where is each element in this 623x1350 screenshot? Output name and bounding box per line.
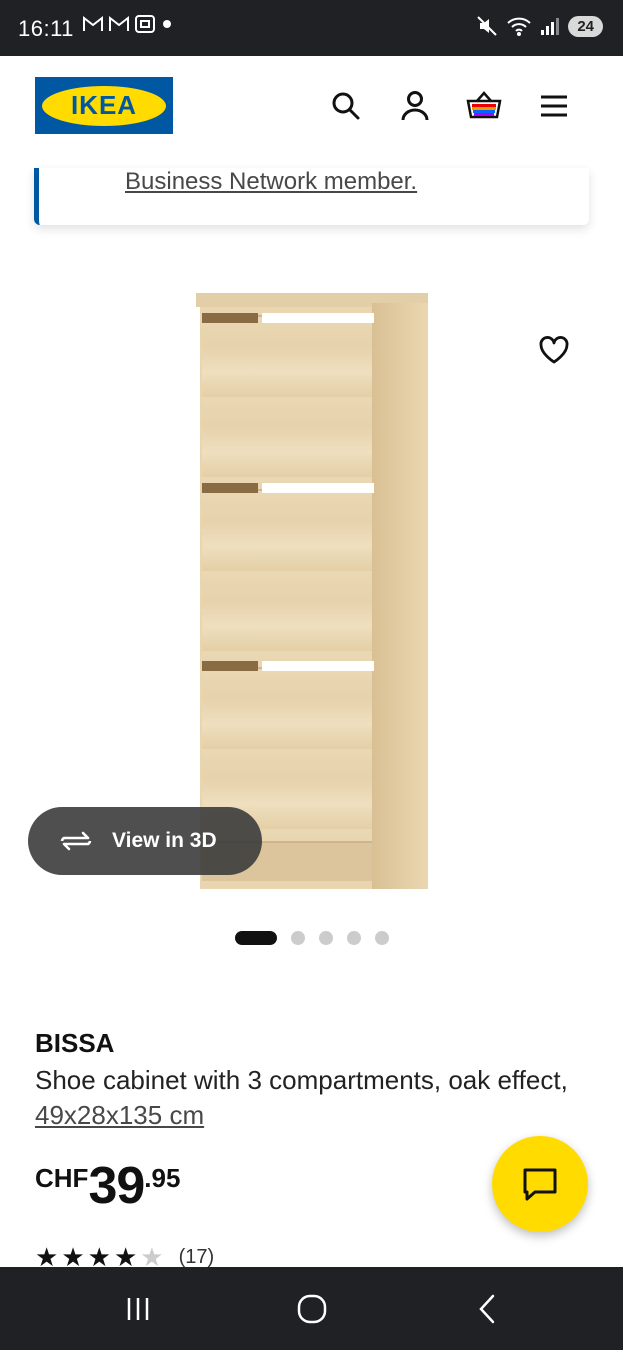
compartment-notch: [202, 313, 258, 323]
home-button[interactable]: [292, 1289, 332, 1329]
product-gallery[interactable]: View in 3D: [0, 260, 623, 920]
carousel-dot[interactable]: [347, 931, 361, 945]
search-icon[interactable]: [328, 88, 364, 124]
gmail-icon: [109, 15, 129, 31]
system-navigation-bar: [0, 1267, 623, 1350]
view-in-3d-label: View in 3D: [112, 829, 217, 852]
notification-icons: [82, 14, 174, 34]
carousel-indicator: [235, 931, 389, 945]
chat-button[interactable]: [492, 1136, 588, 1232]
product-price: CHF 39 .95: [35, 1160, 180, 1212]
compartment-gap: [262, 483, 374, 493]
system-icons: 24: [476, 15, 603, 37]
carousel-dot[interactable]: [319, 931, 333, 945]
screenshot-icon: [135, 15, 155, 33]
rotate-3d-icon: [60, 831, 92, 851]
product-name: BISSA: [35, 1028, 115, 1058]
status-time: 16:11: [18, 16, 74, 41]
rating-count: (17): [178, 1245, 215, 1268]
favourite-button[interactable]: [534, 330, 574, 370]
ikea-logo[interactable]: IKEA: [35, 77, 173, 134]
basket-icon[interactable]: [466, 88, 502, 124]
recent-apps-icon: [127, 1298, 149, 1320]
price-currency: CHF: [35, 1163, 89, 1193]
dot-icon: [163, 20, 171, 28]
signal-icon: [541, 18, 560, 35]
price-decimal: .95: [144, 1163, 181, 1193]
compartment-notch: [202, 483, 258, 493]
product-description-text: Shoe cabinet with 3 compartments, oak ef…: [35, 1065, 568, 1095]
carousel-dot[interactable]: [375, 931, 389, 945]
heart-icon: [539, 336, 569, 364]
product-description: Shoe cabinet with 3 compartments, oak ef…: [35, 1063, 575, 1133]
business-network-link[interactable]: Business Network member.: [125, 168, 417, 196]
business-network-card: Business Network member.: [34, 168, 589, 225]
chat-icon: [523, 1168, 557, 1201]
back-button[interactable]: [467, 1289, 507, 1329]
product-dimensions-link[interactable]: 49x28x135 cm: [35, 1100, 204, 1130]
status-bar: 16:11 24: [0, 0, 623, 56]
compartment-notch: [202, 661, 258, 671]
carousel-dot[interactable]: [291, 931, 305, 945]
gmail-icon: [83, 15, 103, 31]
logo-oval: IKEA: [42, 85, 166, 126]
compartment-gap: [262, 313, 374, 323]
cabinet-side: [372, 303, 428, 889]
wifi-icon: [507, 17, 531, 36]
carousel-dot-active[interactable]: [235, 931, 277, 945]
recent-apps-button[interactable]: [118, 1289, 158, 1329]
price-integer: 39: [88, 1157, 145, 1215]
app-header: IKEA: [0, 56, 623, 168]
cabinet-compartment: [202, 313, 374, 483]
menu-icon[interactable]: [536, 88, 572, 124]
logo-text: IKEA: [70, 90, 138, 120]
view-in-3d-button[interactable]: View in 3D: [28, 807, 262, 875]
cabinet-compartment: [202, 483, 374, 661]
mute-icon: [477, 16, 498, 36]
back-icon: [479, 1294, 495, 1324]
compartment-gap: [262, 661, 374, 671]
account-icon[interactable]: [397, 88, 433, 124]
product-image: [196, 293, 428, 889]
battery-indicator: 24: [568, 15, 603, 37]
home-icon: [297, 1294, 327, 1324]
